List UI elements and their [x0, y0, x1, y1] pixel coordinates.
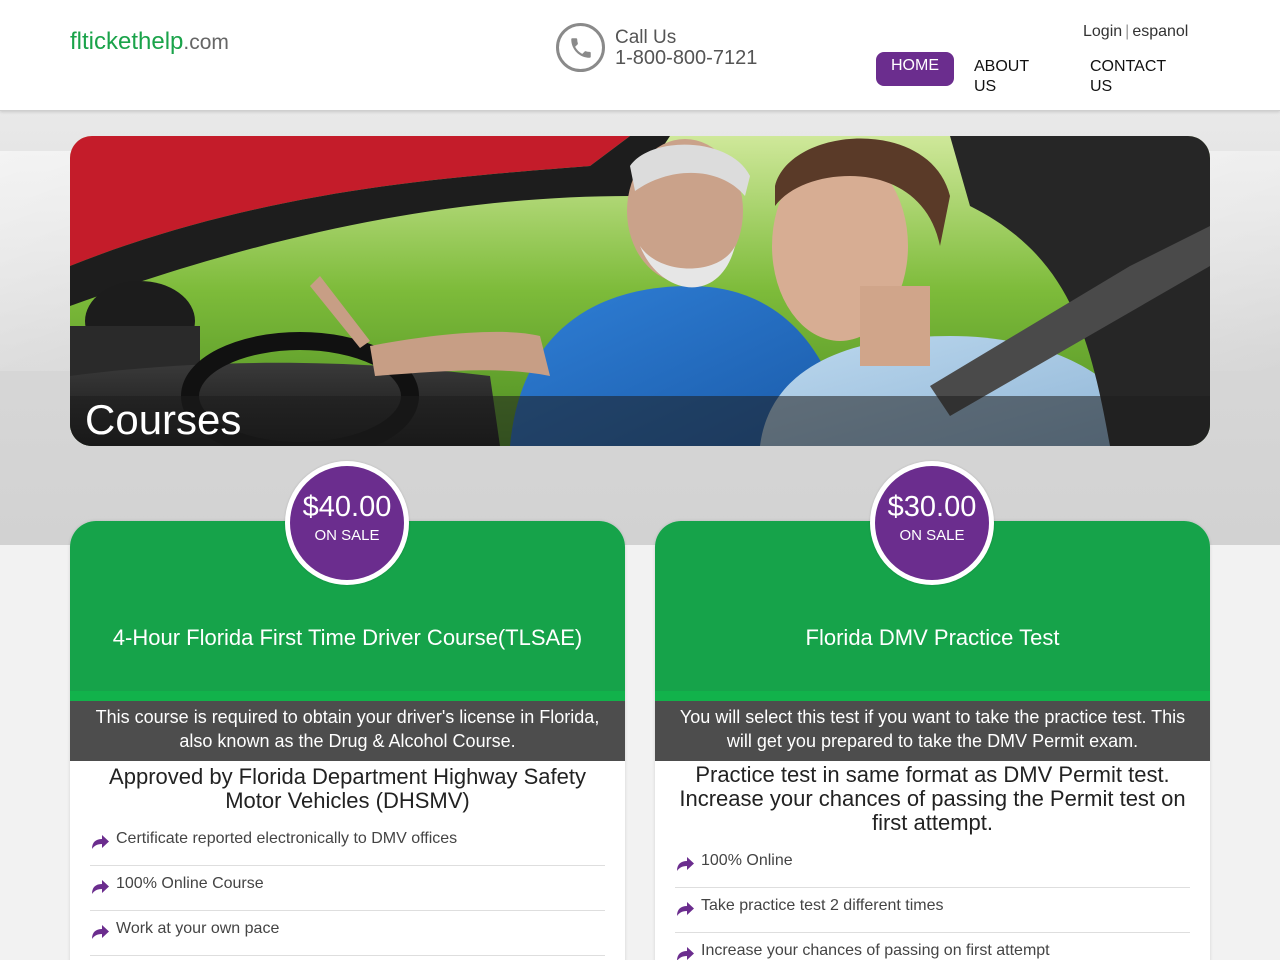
- list-item: Take practice test 2 different times: [675, 888, 1190, 933]
- logo-brand: fltickethelp: [70, 28, 184, 55]
- course-title[interactable]: 4-Hour Florida First Time Driver Course(…: [70, 625, 625, 651]
- course-title[interactable]: Florida DMV Practice Test: [655, 625, 1210, 651]
- logo-tld: .com: [183, 31, 229, 54]
- link-separator: |: [1125, 23, 1130, 40]
- phone-icon: [556, 23, 605, 72]
- hero-title: Courses: [85, 396, 242, 443]
- arrow-right-icon: [677, 902, 694, 916]
- hero-banner: Courses: [70, 136, 1210, 446]
- arrow-right-icon: [92, 925, 109, 939]
- nav-home[interactable]: HOME: [876, 52, 954, 86]
- espanol-link[interactable]: espanol: [1132, 23, 1188, 40]
- site-header: fltickethelp.com Call Us 1-800-800-7121 …: [0, 0, 1280, 111]
- course-card-practice-test[interactable]: Florida DMV Practice Test You will selec…: [655, 521, 1210, 960]
- arrow-right-icon: [92, 880, 109, 894]
- hero-caption-bar: Courses: [70, 396, 1210, 446]
- top-links: Login | espanol: [1083, 23, 1188, 41]
- login-link[interactable]: Login: [1083, 23, 1122, 40]
- list-item: Work at your own pace: [90, 911, 605, 956]
- call-label: Call Us: [615, 26, 677, 48]
- sale-label: ON SALE: [899, 527, 965, 544]
- feature-list: 100% Online Take practice test 2 differe…: [675, 843, 1190, 960]
- feature-list: Certificate reported electronically to D…: [90, 821, 605, 956]
- arrow-right-icon: [92, 835, 109, 849]
- nav-about-us[interactable]: ABOUT US: [974, 57, 1044, 97]
- sale-label: ON SALE: [314, 527, 380, 544]
- list-item: Increase your chances of passing on firs…: [675, 933, 1190, 960]
- course-description: You will select this test if you want to…: [655, 701, 1210, 761]
- list-item: 100% Online: [675, 843, 1190, 888]
- course-headline: Approved by Florida Department Highway S…: [109, 764, 586, 813]
- list-item: 100% Online Course: [90, 866, 605, 911]
- nav-contact-us[interactable]: CONTACT US: [1090, 57, 1180, 97]
- list-item: Certificate reported electronically to D…: [90, 821, 605, 866]
- arrow-right-icon: [677, 947, 694, 960]
- course-headline: Practice test in same format as DMV Perm…: [679, 762, 1186, 835]
- course-description: This course is required to obtain your d…: [70, 701, 625, 761]
- price-value: $30.00: [887, 491, 977, 523]
- site-logo[interactable]: fltickethelp.com: [70, 28, 229, 56]
- price-value: $40.00: [302, 491, 392, 523]
- price-badge-practice-test: $30.00 ON SALE: [870, 461, 994, 585]
- price-badge-tlsae: $40.00 ON SALE: [285, 461, 409, 585]
- call-us-block: Call Us 1-800-800-7121: [556, 23, 757, 72]
- phone-number[interactable]: 1-800-800-7121: [615, 47, 757, 69]
- arrow-right-icon: [677, 857, 694, 871]
- course-card-tlsae[interactable]: 4-Hour Florida First Time Driver Course(…: [70, 521, 625, 960]
